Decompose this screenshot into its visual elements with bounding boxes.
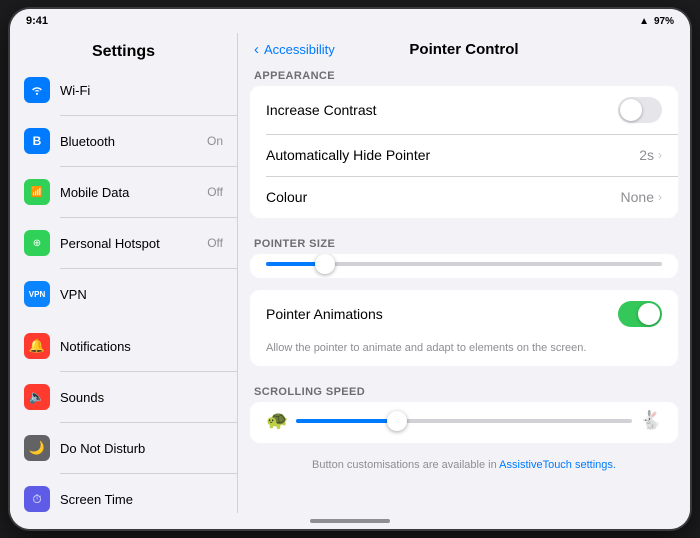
mobile-data-label: Mobile Data	[60, 185, 197, 200]
auto-hide-pointer-row[interactable]: Automatically Hide Pointer 2s ›	[250, 134, 678, 176]
status-bar: 9:41 ▲ 97%	[10, 9, 690, 33]
increase-contrast-row[interactable]: Increase Contrast	[250, 86, 678, 134]
colour-label: Colour	[266, 189, 621, 205]
sidebar-item-hotspot[interactable]: ⊕ Personal Hotspot Off	[10, 222, 237, 264]
sidebar-item-vpn[interactable]: VPN VPN	[10, 273, 237, 315]
sidebar-item-dnd[interactable]: 🌙 Do Not Disturb	[10, 427, 237, 469]
home-bar	[310, 519, 390, 523]
home-indicator	[10, 513, 690, 529]
scroll-slow-icon: 🐢	[266, 410, 288, 431]
pointer-size-section-label: POINTER SIZE	[238, 230, 690, 254]
bluetooth-value: On	[207, 134, 223, 148]
appearance-section-label: APPEARANCE	[238, 62, 690, 86]
pointer-size-slider-container[interactable]	[250, 254, 678, 278]
scrolling-speed-slider-fill	[296, 419, 397, 423]
sidebar-group-network: Wi-Fi B Bluetooth On 📶 Mobile Data Off ⊕	[10, 69, 237, 315]
screentime-label: Screen Time	[60, 492, 223, 507]
scrolling-speed-slider-container[interactable]	[296, 419, 631, 423]
scrolling-speed-slider-track[interactable]	[296, 419, 631, 423]
dnd-label: Do Not Disturb	[60, 441, 223, 456]
pointer-animations-label: Pointer Animations	[266, 306, 618, 322]
pointer-size-card	[250, 254, 678, 278]
appearance-card: Increase Contrast Automatically Hide Poi…	[250, 86, 678, 218]
sidebar: Settings Wi-Fi B Bluetooth On 📶	[10, 33, 238, 513]
status-right: ▲ 97%	[639, 16, 674, 27]
page-title: Pointer Control	[409, 41, 518, 58]
bluetooth-icon: B	[24, 128, 50, 154]
vpn-icon: VPN	[24, 281, 50, 307]
pointer-size-slider-thumb[interactable]	[315, 254, 335, 274]
hotspot-icon: ⊕	[24, 230, 50, 256]
auto-hide-pointer-value: 2s	[639, 147, 654, 163]
wifi-label: Wi-Fi	[60, 83, 223, 98]
dnd-icon: 🌙	[24, 435, 50, 461]
main-header: ‹ Accessibility Pointer Control	[238, 33, 690, 62]
notifications-icon: 🔔	[24, 333, 50, 359]
scrolling-speed-slider-thumb[interactable]	[387, 411, 407, 431]
back-label: Accessibility	[264, 42, 335, 57]
sidebar-item-wifi[interactable]: Wi-Fi	[10, 69, 237, 111]
pointer-animations-desc-wrapper: Allow the pointer to animate and adapt t…	[250, 338, 678, 366]
colour-value: None	[621, 189, 654, 205]
scrolling-speed-card: 🐢 🐇	[250, 402, 678, 443]
assistive-note-text: Button customisations are available in	[312, 459, 497, 471]
sidebar-item-mobile-data[interactable]: 📶 Mobile Data Off	[10, 171, 237, 213]
hotspot-value: Off	[207, 236, 223, 250]
mobile-data-icon: 📶	[24, 179, 50, 205]
pointer-animations-row[interactable]: Pointer Animations	[250, 290, 678, 338]
sidebar-title: Settings	[10, 33, 237, 69]
pointer-animations-description: Allow the pointer to animate and adapt t…	[266, 342, 586, 354]
assistive-touch-link[interactable]: AssistiveTouch settings.	[499, 459, 616, 471]
auto-hide-pointer-label: Automatically Hide Pointer	[266, 147, 639, 163]
toggle-thumb	[620, 99, 642, 121]
hotspot-label: Personal Hotspot	[60, 236, 197, 251]
vpn-label: VPN	[60, 287, 223, 302]
back-chevron-icon: ‹	[254, 41, 259, 58]
sounds-label: Sounds	[60, 390, 223, 405]
pointer-animations-toggle-thumb	[638, 303, 660, 325]
back-button[interactable]: ‹ Accessibility	[254, 41, 335, 58]
sidebar-item-bluetooth[interactable]: B Bluetooth On	[10, 120, 237, 162]
sounds-icon: 🔈	[24, 384, 50, 410]
scrolling-speed-slider-row[interactable]: 🐢 🐇	[250, 402, 678, 443]
mobile-data-value: Off	[207, 185, 223, 199]
notifications-label: Notifications	[60, 339, 223, 354]
status-left: 9:41	[26, 15, 48, 27]
bluetooth-label: Bluetooth	[60, 134, 197, 149]
colour-row[interactable]: Colour None ›	[250, 176, 678, 218]
screentime-icon: ⏱	[24, 486, 50, 512]
increase-contrast-toggle[interactable]	[618, 97, 662, 123]
main-panel: ‹ Accessibility Pointer Control APPEARAN…	[238, 33, 690, 513]
scrolling-speed-section-label: SCROLLING SPEED	[238, 378, 690, 402]
sidebar-item-notifications[interactable]: 🔔 Notifications	[10, 325, 237, 367]
assistive-note: Button customisations are available in A…	[238, 455, 690, 483]
auto-hide-chevron-icon: ›	[658, 148, 662, 162]
sidebar-group-notifications: 🔔 Notifications 🔈 Sounds 🌙 Do Not Distur…	[10, 325, 237, 513]
sidebar-item-sounds[interactable]: 🔈 Sounds	[10, 376, 237, 418]
colour-chevron-icon: ›	[658, 190, 662, 204]
time-display: 9:41	[26, 15, 48, 27]
increase-contrast-label: Increase Contrast	[266, 102, 618, 118]
scroll-fast-icon: 🐇	[640, 410, 662, 431]
pointer-size-slider-track[interactable]	[266, 262, 662, 266]
sidebar-item-screentime[interactable]: ⏱ Screen Time	[10, 478, 237, 513]
battery-display: 97%	[654, 16, 674, 27]
wifi-icon	[24, 77, 50, 103]
wifi-icon: ▲	[639, 16, 649, 27]
pointer-animations-card: Pointer Animations Allow the pointer to …	[250, 290, 678, 366]
pointer-animations-toggle[interactable]	[618, 301, 662, 327]
